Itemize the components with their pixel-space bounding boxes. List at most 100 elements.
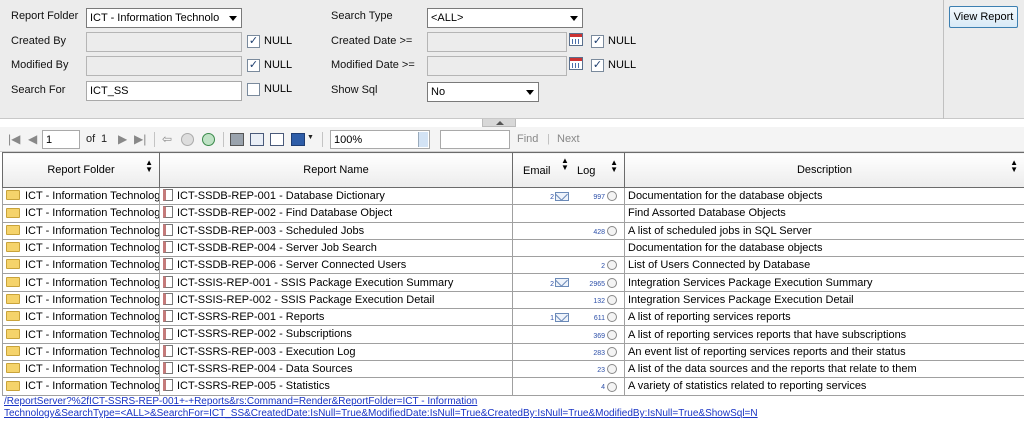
header-email-log[interactable]: Email ▲ ▼ Log ▲ ▼ bbox=[512, 152, 625, 188]
clock-icon[interactable] bbox=[607, 346, 617, 357]
cell-report-name[interactable]: ICT-SSDB-REP-006 - Server Connected User… bbox=[159, 256, 513, 275]
folder-name[interactable]: ICT - Information Technology bbox=[25, 225, 159, 237]
envelope-icon[interactable] bbox=[555, 191, 569, 201]
cell-report-name[interactable]: ICT-SSDB-REP-003 - Scheduled Jobs bbox=[159, 221, 513, 240]
cell-report-name[interactable]: ICT-SSDB-REP-002 - Find Database Object bbox=[159, 204, 513, 223]
find-link[interactable]: Find bbox=[517, 133, 538, 145]
table-row[interactable]: ICT - Information Technology ICT-SSRS-REP… bbox=[2, 308, 1024, 327]
report-name-link[interactable]: ICT-SSRS-REP-004 - Data Sources bbox=[177, 363, 352, 375]
folder-name[interactable]: ICT - Information Technology bbox=[25, 294, 159, 306]
modified-by-input[interactable] bbox=[86, 56, 242, 76]
cell-report-name[interactable]: ICT-SSRS-REP-002 - Subscriptions bbox=[159, 325, 513, 344]
stop-icon[interactable] bbox=[181, 133, 194, 146]
sort-icon[interactable]: ▲ ▼ bbox=[561, 157, 569, 172]
find-input[interactable] bbox=[440, 130, 510, 149]
created-date-input[interactable] bbox=[427, 32, 567, 52]
refresh-icon[interactable] bbox=[202, 133, 215, 146]
folder-name[interactable]: ICT - Information Technology bbox=[25, 363, 159, 375]
first-page-icon[interactable]: |◀ bbox=[8, 132, 20, 146]
table-row[interactable]: ICT - Information Technology ICT-SSIS-REP… bbox=[2, 290, 1024, 310]
header-report-name[interactable]: Report Name bbox=[159, 152, 513, 188]
page-layout-icon[interactable] bbox=[250, 133, 264, 146]
cell-report-name[interactable]: ICT-SSIS-REP-002 - SSIS Package Executio… bbox=[159, 290, 513, 310]
export-icon[interactable] bbox=[291, 133, 305, 146]
table-row[interactable]: ICT - Information Technology ICT-SSIS-REP… bbox=[2, 273, 1024, 292]
report-name-link[interactable]: ICT-SSDB-REP-004 - Server Job Search bbox=[177, 242, 377, 254]
calendar-icon[interactable] bbox=[569, 33, 583, 46]
clock-icon[interactable] bbox=[607, 381, 617, 392]
sort-icon[interactable]: ▲ ▼ bbox=[1010, 159, 1018, 174]
cell-folder[interactable]: ICT - Information Technology bbox=[2, 273, 160, 292]
report-name-link[interactable]: ICT-SSRS-REP-001 - Reports bbox=[177, 311, 324, 323]
chevron-down-icon[interactable]: ▼ bbox=[307, 134, 314, 141]
show-sql-select[interactable]: No bbox=[427, 82, 539, 102]
clock-icon[interactable] bbox=[607, 277, 617, 288]
report-name-link[interactable]: ICT-SSRS-REP-005 - Statistics bbox=[177, 380, 330, 392]
envelope-icon[interactable] bbox=[555, 312, 569, 322]
folder-name[interactable]: ICT - Information Technology bbox=[25, 277, 159, 289]
report-url-link[interactable]: /ReportServer?%2fICT-SSRS-REP-001+-+Repo… bbox=[4, 396, 1004, 420]
created-by-input[interactable] bbox=[86, 32, 242, 52]
sort-icon[interactable]: ▲ ▼ bbox=[610, 159, 618, 174]
page-number-input[interactable]: 1 bbox=[42, 130, 80, 149]
report-name-link[interactable]: ICT-SSIS-REP-002 - SSIS Package Executio… bbox=[177, 294, 434, 306]
search-for-input[interactable]: ICT_SS bbox=[86, 81, 242, 101]
clock-icon[interactable] bbox=[607, 225, 617, 236]
previous-page-icon[interactable]: ◀ bbox=[28, 132, 37, 146]
cell-folder[interactable]: ICT - Information Technology bbox=[2, 204, 160, 223]
folder-name[interactable]: ICT - Information Technology bbox=[25, 311, 159, 323]
print-icon[interactable] bbox=[230, 133, 244, 146]
search-type-select[interactable]: <ALL> bbox=[427, 8, 583, 28]
report-folder-select[interactable]: ICT - Information Technolo bbox=[86, 8, 242, 28]
folder-name[interactable]: ICT - Information Technology bbox=[25, 380, 159, 392]
table-row[interactable]: ICT - Information Technology ICT-SSRS-REP… bbox=[2, 325, 1024, 344]
modified-date-null-checkbox[interactable]: ✓ bbox=[591, 59, 604, 72]
report-name-link[interactable]: ICT-SSIS-REP-001 - SSIS Package Executio… bbox=[177, 277, 453, 289]
cell-folder[interactable]: ICT - Information Technology bbox=[2, 377, 160, 396]
cell-folder[interactable]: ICT - Information Technology bbox=[2, 342, 160, 361]
search-for-null-checkbox[interactable] bbox=[247, 83, 260, 96]
table-row[interactable]: ICT - Information Technology ICT-SSRS-REP… bbox=[2, 342, 1024, 361]
modified-date-input[interactable] bbox=[427, 56, 567, 76]
clock-icon[interactable] bbox=[607, 364, 617, 375]
table-row[interactable]: ICT - Information Technology ICT-SSDB-REP… bbox=[2, 256, 1024, 275]
report-name-link[interactable]: ICT-SSDB-REP-001 - Database Dictionary bbox=[177, 190, 385, 202]
clock-icon[interactable] bbox=[607, 329, 617, 340]
folder-name[interactable]: ICT - Information Technology bbox=[25, 259, 159, 271]
cell-report-name[interactable]: ICT-SSRS-REP-001 - Reports bbox=[159, 308, 513, 327]
report-name-link[interactable]: ICT-SSRS-REP-003 - Execution Log bbox=[177, 346, 356, 358]
cell-report-name[interactable]: ICT-SSRS-REP-004 - Data Sources bbox=[159, 359, 513, 379]
sort-icon[interactable]: ▲ ▼ bbox=[145, 159, 153, 174]
view-report-button[interactable]: View Report bbox=[949, 6, 1018, 28]
envelope-icon[interactable] bbox=[555, 278, 569, 288]
clock-icon[interactable] bbox=[607, 260, 617, 271]
created-by-null-checkbox[interactable]: ✓ bbox=[247, 35, 260, 48]
cell-report-name[interactable]: ICT-SSDB-REP-001 - Database Dictionary bbox=[159, 186, 513, 206]
header-report-folder[interactable]: Report Folder ▲ ▼ bbox=[2, 152, 160, 188]
report-name-link[interactable]: ICT-SSRS-REP-002 - Subscriptions bbox=[177, 328, 352, 340]
cell-folder[interactable]: ICT - Information Technology bbox=[2, 325, 160, 344]
report-name-link[interactable]: ICT-SSDB-REP-003 - Scheduled Jobs bbox=[177, 225, 364, 237]
cell-folder[interactable]: ICT - Information Technology bbox=[2, 308, 160, 327]
created-date-null-checkbox[interactable]: ✓ bbox=[591, 35, 604, 48]
header-description[interactable]: Description ▲ ▼ bbox=[624, 152, 1024, 188]
zoom-select[interactable]: 100% bbox=[330, 130, 430, 149]
folder-name[interactable]: ICT - Information Technology bbox=[25, 329, 159, 341]
cell-folder[interactable]: ICT - Information Technology bbox=[2, 221, 160, 240]
report-name-link[interactable]: ICT-SSDB-REP-002 - Find Database Object bbox=[177, 207, 392, 219]
clock-icon[interactable] bbox=[607, 295, 617, 306]
clock-icon[interactable] bbox=[607, 312, 617, 323]
cell-report-name[interactable]: ICT-SSRS-REP-005 - Statistics bbox=[159, 377, 513, 396]
cell-report-name[interactable]: ICT-SSIS-REP-001 - SSIS Package Executio… bbox=[159, 273, 513, 292]
folder-name[interactable]: ICT - Information Technology bbox=[25, 207, 159, 219]
table-row[interactable]: ICT - Information Technology ICT-SSDB-REP… bbox=[2, 186, 1024, 206]
report-url-line-2[interactable]: Technology&SearchType=<ALL>&SearchFor=IC… bbox=[4, 408, 1004, 420]
cell-report-name[interactable]: ICT-SSDB-REP-004 - Server Job Search bbox=[159, 238, 513, 258]
cell-folder[interactable]: ICT - Information Technology bbox=[2, 256, 160, 275]
next-link[interactable]: Next bbox=[557, 133, 580, 145]
clock-icon[interactable] bbox=[607, 191, 617, 202]
cell-folder[interactable]: ICT - Information Technology bbox=[2, 186, 160, 206]
back-icon[interactable]: ⇦ bbox=[162, 132, 172, 146]
cell-folder[interactable]: ICT - Information Technology bbox=[2, 238, 160, 258]
table-row[interactable]: ICT - Information Technology ICT-SSDB-REP… bbox=[2, 221, 1024, 240]
